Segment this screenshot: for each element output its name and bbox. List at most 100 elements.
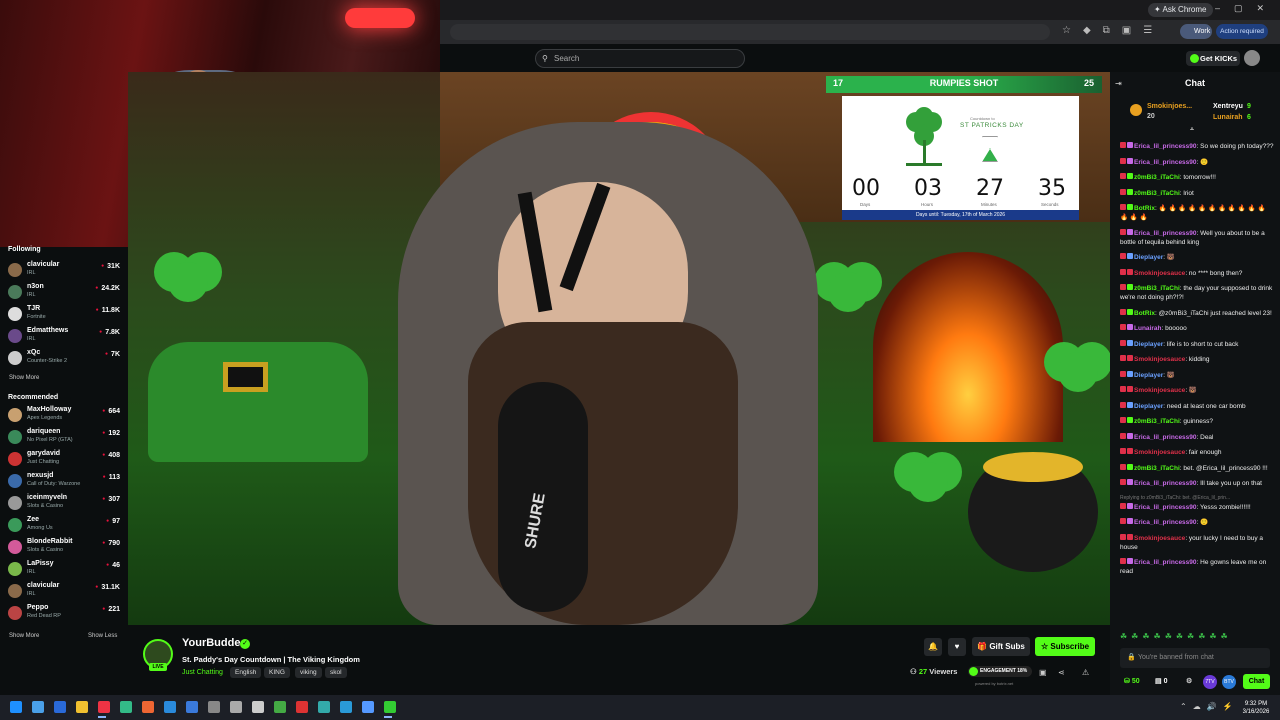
profile-button[interactable]: Work: [1180, 24, 1212, 39]
window-controls[interactable]: –▢✕: [1215, 3, 1278, 14]
chat-username[interactable]: Erica_lil_princess90: [1134, 504, 1197, 511]
chat-username[interactable]: Smokinjoesauce: [1134, 356, 1185, 363]
taskbar-app-icon[interactable]: [230, 701, 242, 713]
chat-username[interactable]: z0mBi3_iTaChi: [1134, 174, 1180, 181]
taskbar-app-icon[interactable]: [340, 701, 352, 713]
taskbar-app-icon[interactable]: [274, 701, 286, 713]
search-input[interactable]: ⚲ Search: [535, 49, 745, 68]
gifter-name[interactable]: Lunairah: [1213, 114, 1243, 121]
sidebar-channel-item[interactable]: xQc Counter-Strike 2 7K: [8, 348, 120, 368]
top-gifter-name[interactable]: Smokinjoes...: [1147, 103, 1192, 110]
chat-username[interactable]: Lunairah: [1134, 325, 1161, 332]
gift-subs-button[interactable]: 🎁 Gift Subs: [972, 637, 1030, 656]
taskbar-app-icon[interactable]: [120, 701, 132, 713]
chat-message: BotRix: 🔥 🔥 🔥 🔥 🔥 🔥 🔥 🔥 🔥 🔥 🔥 🔥 🔥 🔥: [1120, 204, 1274, 222]
action-required-button[interactable]: Action required: [1216, 24, 1268, 39]
chat-username[interactable]: z0mBi3_iTaChi: [1134, 285, 1180, 292]
taskbar-clock[interactable]: 9:32 PM 3/16/2026: [1238, 700, 1274, 716]
ask-chrome-button[interactable]: ✦ Ask Chrome: [1148, 3, 1213, 17]
stream-category[interactable]: Just Chatting: [182, 669, 223, 676]
start-icon[interactable]: [10, 701, 22, 713]
channel-name: TJR: [27, 305, 41, 312]
chat-username[interactable]: z0mBi3_iTaChi: [1134, 418, 1180, 425]
emote-bar[interactable]: ☘☘☘☘☘☘☘☘☘☘: [1120, 632, 1270, 641]
chat-username[interactable]: Erica_lil_princess90: [1134, 434, 1197, 441]
taskbar-app-icon[interactable]: [296, 701, 308, 713]
user-avatar[interactable]: [1244, 50, 1260, 66]
chat-username[interactable]: Smokinjoesauce: [1134, 449, 1185, 456]
taskbar-app-icon[interactable]: [208, 701, 220, 713]
chat-message: Dieplayer: 🐻: [1120, 370, 1274, 380]
taskbar-app-icon[interactable]: [384, 701, 396, 713]
tag-chip[interactable]: KING: [264, 667, 290, 678]
chat-username[interactable]: Erica_lil_princess90: [1134, 559, 1197, 566]
chat-username[interactable]: Dieplayer: [1134, 254, 1163, 261]
tag-chip[interactable]: skol: [325, 667, 347, 678]
tag-chip[interactable]: viking: [295, 667, 322, 678]
taskbar-app-icon[interactable]: [318, 701, 330, 713]
taskbar-app-icon[interactable]: [164, 701, 176, 713]
bell-icon[interactable]: 🔔: [924, 638, 942, 656]
report-icon[interactable]: ⚠: [1082, 668, 1089, 677]
taskbar-app-icon[interactable]: [362, 701, 374, 713]
tag-chip[interactable]: English: [230, 667, 262, 678]
sidebar-channel-item[interactable]: LaPissy IRL 46: [8, 559, 120, 579]
sidebar-channel-item[interactable]: iceinmyveln Slots & Casino 307: [8, 493, 120, 513]
taskbar-app-icon[interactable]: [98, 701, 110, 713]
taskbar-app-icon[interactable]: [76, 701, 88, 713]
countdown-minutes: 27: [976, 176, 1004, 201]
send-chat-button[interactable]: Chat: [1243, 674, 1270, 689]
sidebar-channel-item[interactable]: dariqueen No Pixel RP (GTA) 192: [8, 427, 120, 447]
taskbar-app-icon[interactable]: [32, 701, 44, 713]
sidebar-channel-item[interactable]: n3on IRL 24.2K: [8, 282, 120, 302]
sidebar-channel-item[interactable]: nexusjd Call of Duty: Warzone 113: [8, 471, 120, 491]
chat-username[interactable]: Smokinjoesauce: [1134, 535, 1185, 542]
chat-username[interactable]: Dieplayer: [1134, 341, 1163, 348]
show-less-recommended[interactable]: Show Less: [88, 633, 117, 639]
expand-chevron-icon[interactable]: ⩡: [1190, 126, 1194, 134]
taskbar-app-icon[interactable]: [142, 701, 154, 713]
chat-username[interactable]: Dieplayer: [1134, 372, 1163, 379]
taskbar-app-icon[interactable]: [252, 701, 264, 713]
chat-username[interactable]: Erica_lil_princess90: [1134, 159, 1197, 166]
sidebar-channel-item[interactable]: BlondeRabbit Slots & Casino 790: [8, 537, 120, 557]
taskbar-app-icon[interactable]: [186, 701, 198, 713]
sidebar-channel-item[interactable]: Peppo Red Dead RP 221: [8, 603, 120, 623]
chat-username[interactable]: Smokinjoesauce: [1134, 387, 1185, 394]
sidebar-channel-item[interactable]: garydavid Just Chatting 408: [8, 449, 120, 469]
sidebar-channel-item[interactable]: Zee Among Us 97: [8, 515, 120, 535]
get-kicks-button[interactable]: Get KICKs: [1186, 51, 1240, 66]
settings-icon[interactable]: ⚙: [1186, 677, 1192, 685]
subscribe-button[interactable]: ☆ Subscribe: [1035, 637, 1095, 656]
chat-username[interactable]: Dieplayer: [1134, 403, 1163, 410]
chat-username[interactable]: BotRix: [1134, 310, 1155, 317]
sidebar-channel-item[interactable]: TJR Fortnite 11.8K: [8, 304, 120, 324]
address-bar[interactable]: [450, 24, 1050, 40]
sidebar-channel-item[interactable]: Edmatthews IRL 7.8K: [8, 326, 120, 346]
extension-icons[interactable]: ☆◆⧉▣☰: [1062, 25, 1164, 36]
share-icon[interactable]: ⋖: [1058, 668, 1065, 677]
show-more-following[interactable]: Show More: [9, 375, 39, 381]
chat-username[interactable]: BotRix: [1134, 205, 1155, 212]
heart-icon[interactable]: ♥: [948, 638, 966, 656]
emote-provider-icon[interactable]: 7TV: [1203, 675, 1217, 689]
chat-username[interactable]: Erica_lil_princess90: [1134, 519, 1197, 526]
show-more-recommended[interactable]: Show More: [9, 633, 39, 639]
sidebar-channel-item[interactable]: clavicular IRL 31.1K: [8, 581, 120, 601]
sidebar-channel-item[interactable]: MaxHolloway Apex Legends 664: [8, 405, 120, 425]
chat-username[interactable]: Erica_lil_princess90: [1134, 143, 1197, 150]
sidebar-channel-item[interactable]: clavicular IRL 31K: [8, 260, 120, 280]
system-tray[interactable]: ⌃☁🔊⚡: [1180, 702, 1239, 711]
chat-username[interactable]: z0mBi3_iTaChi: [1134, 190, 1180, 197]
chat-text: : Deal: [1196, 433, 1214, 441]
gifter-name[interactable]: Xentreyu: [1213, 103, 1243, 110]
chart-icon[interactable]: ▣: [1039, 668, 1047, 677]
chat-username[interactable]: Erica_lil_princess90: [1134, 480, 1197, 487]
chat-username[interactable]: z0mBi3_iTaChi: [1134, 465, 1180, 472]
chat-username[interactable]: Smokinjoesauce: [1134, 270, 1185, 277]
shamrock-icon: [906, 107, 942, 166]
emote-provider-icon[interactable]: BTV: [1222, 675, 1236, 689]
channel-name[interactable]: YourBudde: [182, 637, 240, 649]
chat-username[interactable]: Erica_lil_princess90: [1134, 230, 1197, 237]
taskbar-app-icon[interactable]: [54, 701, 66, 713]
